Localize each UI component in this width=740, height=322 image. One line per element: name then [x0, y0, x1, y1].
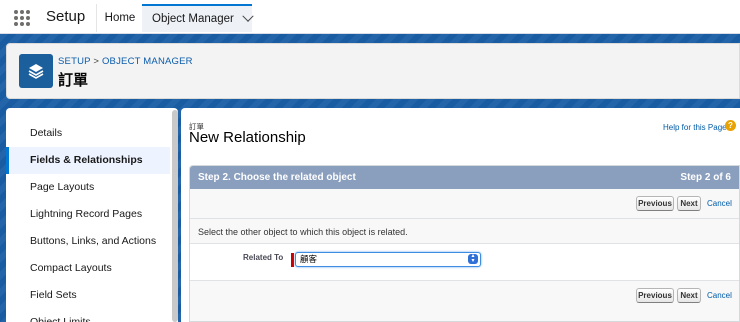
related-to-label: Related To [243, 253, 284, 262]
cancel-link-bottom[interactable]: Cancel [707, 291, 732, 300]
cancel-link[interactable]: Cancel [707, 199, 732, 208]
related-to-row: Related To 顧客 ▴ ▾ [190, 244, 739, 280]
object-title: 訂單 [58, 72, 89, 89]
previous-button[interactable]: Previous [636, 196, 674, 211]
tab-object-manager-label: Object Manager [152, 13, 234, 25]
next-button-bottom[interactable]: Next [677, 288, 701, 303]
object-header: SETUP > OBJECT MANAGER 訂單 [6, 43, 740, 99]
sidebar-item-page-layouts[interactable]: Page Layouts [6, 174, 170, 201]
sidebar-item-compact-layouts[interactable]: Compact Layouts [6, 255, 170, 282]
step-progress: Step 2 of 6 [680, 172, 731, 183]
breadcrumb-setup[interactable]: SETUP [58, 56, 91, 67]
help-icon[interactable]: ? [725, 120, 736, 131]
sidebar-item-object-limits[interactable]: Object Limits [6, 309, 170, 322]
sidebar-item-field-sets[interactable]: Field Sets [6, 282, 170, 309]
next-button[interactable]: Next [677, 196, 701, 211]
breadcrumb-separator: > [93, 56, 100, 67]
sidebar-item-lightning-record-pages[interactable]: Lightning Record Pages [6, 201, 170, 228]
sidebar-item-fields-relationships[interactable]: Fields & Relationships [6, 147, 170, 174]
related-to-value: 顧客 [300, 254, 318, 264]
global-nav: Setup Home Object Manager [0, 0, 740, 34]
required-indicator [291, 253, 294, 267]
step-header: Step 2. Choose the related object Step 2… [190, 166, 739, 189]
previous-button-bottom[interactable]: Previous [636, 288, 674, 303]
chevron-down-icon[interactable] [242, 10, 254, 22]
sidebar-item-details[interactable]: Details [6, 120, 170, 147]
step-heading: Step 2. Choose the related object [198, 172, 356, 183]
object-sidebar: Details Fields & Relationships Page Layo… [6, 108, 178, 322]
sidebar-item-buttons-links-actions[interactable]: Buttons, Links, and Actions [6, 228, 170, 255]
app-name: Setup [46, 8, 86, 25]
breadcrumb-object-manager[interactable]: OBJECT MANAGER [102, 56, 193, 67]
tab-object-manager[interactable]: Object Manager [142, 4, 254, 32]
help-link[interactable]: Help for this Page [663, 123, 727, 132]
divider [190, 280, 739, 281]
page-title: New Relationship [189, 129, 306, 146]
wizard-step-panel: Step 2. Choose the related object Step 2… [189, 165, 740, 322]
divider [190, 218, 739, 219]
related-to-select[interactable]: 顧客 ▴ ▾ [295, 252, 481, 267]
sidebar-scrollbar[interactable] [172, 110, 178, 322]
instruction-text: Select the other object to which this ob… [198, 227, 408, 237]
layers-icon [19, 54, 53, 88]
app-launcher-icon[interactable] [14, 10, 30, 26]
breadcrumb: SETUP > OBJECT MANAGER [58, 56, 193, 67]
tab-home[interactable]: Home [98, 4, 142, 32]
select-arrows-icon: ▴ ▾ [468, 253, 478, 264]
main-panel: 訂單 New Relationship Help for this Page ?… [181, 108, 740, 322]
nav-divider [96, 4, 97, 32]
